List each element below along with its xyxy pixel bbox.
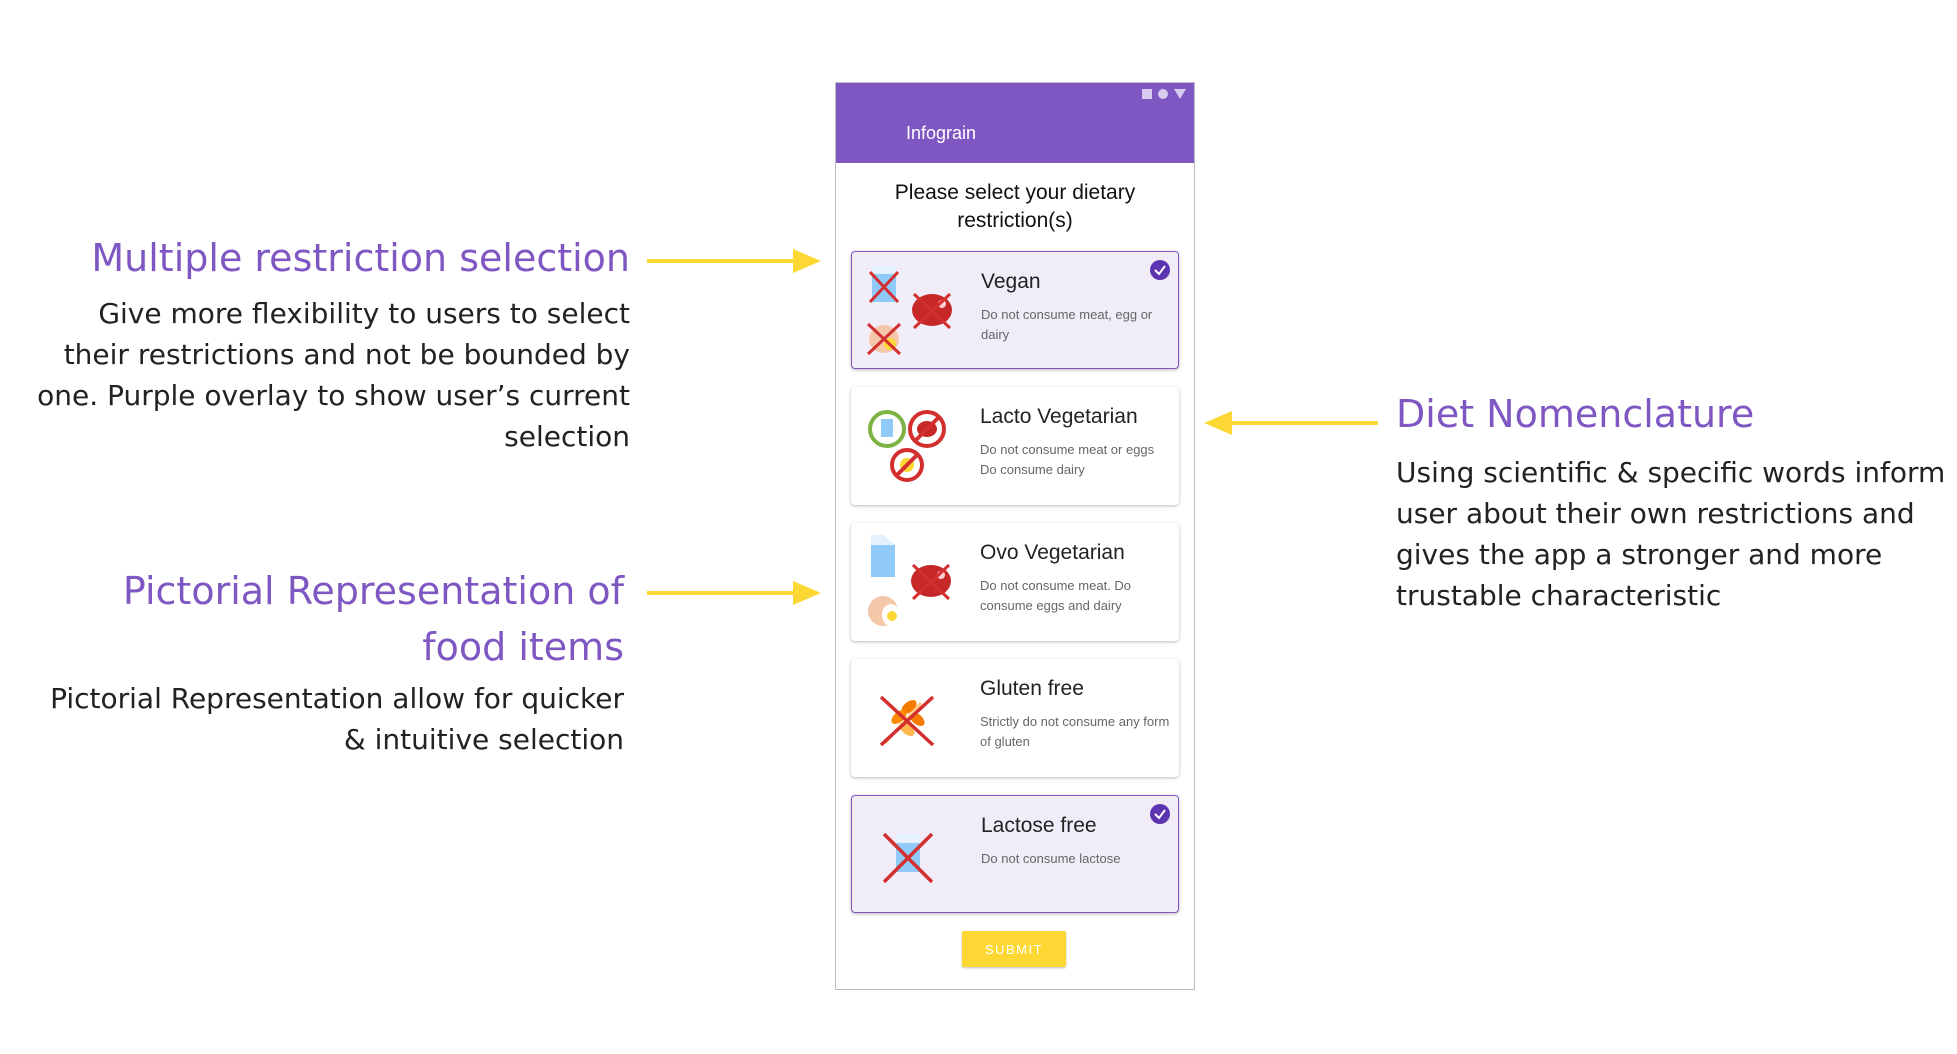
annotation-multiple-title: Multiple restriction selection: [91, 236, 630, 280]
meat-forbidden-icon: [908, 410, 946, 448]
option-description: Strictly do not consume any form of glut…: [980, 714, 1170, 749]
egg-forbidden-icon: [890, 448, 924, 482]
submit-button[interactable]: SUBMIT: [962, 931, 1066, 967]
food-icons: [868, 410, 946, 482]
square-icon: [1142, 89, 1152, 99]
option-title: Vegan: [981, 270, 1041, 293]
circle-icon: [1158, 89, 1168, 99]
annotation-line: Pictorial Representation allow for quick…: [50, 682, 624, 715]
annotation-line: their restrictions and not be bounded by: [63, 338, 630, 371]
check-circle-icon: [1150, 804, 1170, 824]
check-circle-icon: [1150, 260, 1170, 280]
option-card-ovo-vegetarian[interactable]: Ovo Vegetarian Do not consume meat. Do c…: [851, 523, 1179, 641]
option-title: Gluten free: [980, 677, 1084, 700]
food-icons: [866, 266, 952, 356]
app-title: Infograin: [906, 123, 977, 143]
arrow-left-icon: [1204, 411, 1378, 435]
milk-allowed-icon: [868, 410, 906, 448]
annotation-title-line: Pictorial Representation of: [122, 569, 624, 613]
milk-crossed-icon: [868, 266, 900, 304]
food-icons: [868, 535, 951, 626]
option-card-lactose-free[interactable]: Lactose free Do not consume lactose: [851, 795, 1179, 913]
prompt-line: Please select your dietary: [894, 181, 1136, 204]
phone-screen: Infograin Please select your dietary res…: [835, 82, 1195, 990]
option-description: Do not consume meat, egg or dairy: [981, 307, 1153, 342]
status-bar: [1142, 89, 1186, 99]
annotation-line: one. Purple overlay to show user’s curre…: [37, 379, 630, 412]
option-card-gluten-free[interactable]: Gluten free Strictly do not consume any …: [851, 659, 1179, 777]
annotation-line: selection: [504, 420, 630, 453]
option-card-vegan[interactable]: Vegan Do not consume meat, egg or dairy: [851, 251, 1179, 369]
option-description: Do not consume meat or eggs Do consume d…: [980, 442, 1155, 477]
annotation-line: trustable characteristic: [1396, 579, 1722, 612]
annotation-line: Using scientific & specific words inform: [1396, 456, 1946, 489]
annotation-line: gives the app a stronger and more: [1396, 538, 1883, 571]
annotation-line: Give more flexibility to users to select: [98, 297, 630, 330]
option-description: Do not consume meat. Do consume eggs and…: [980, 578, 1132, 613]
page-title: Please select your dietary restriction(s…: [836, 179, 1194, 235]
annotation-line: & intuitive selection: [343, 723, 624, 756]
arrow-right-icon: [647, 249, 821, 273]
option-title: Lacto Vegetarian: [980, 405, 1138, 428]
food-icons: [879, 695, 935, 747]
meat-crossed-icon: [912, 292, 952, 330]
arrow-right-icon: [647, 581, 821, 605]
option-description: Do not consume lactose: [981, 851, 1121, 866]
annotation-line: user about their own restrictions and: [1396, 497, 1915, 530]
annotation-pictorial-title: Pictorial Representation of food items: [123, 563, 624, 675]
option-card-lacto-vegetarian[interactable]: Lacto Vegetarian Do not consume meat or …: [851, 387, 1179, 505]
annotation-nomenclature-body: Using scientific & specific words inform…: [1396, 452, 1945, 616]
prompt-line: restriction(s): [957, 209, 1073, 232]
annotation-pictorial-body: Pictorial Representation allow for quick…: [50, 678, 624, 760]
wheat-crossed-icon: [879, 695, 935, 747]
annotation-title-line: food items: [422, 625, 624, 669]
annotation-multiple-body: Give more flexibility to users to select…: [37, 293, 630, 457]
food-icons: [882, 832, 934, 884]
app-bar: Infograin: [836, 83, 1194, 163]
egg-crossed-icon: [866, 322, 902, 356]
milk-icon: [871, 535, 895, 577]
triangle-icon: [1174, 89, 1186, 99]
option-title: Ovo Vegetarian: [980, 541, 1125, 564]
annotation-nomenclature-title: Diet Nomenclature: [1396, 392, 1755, 436]
egg-icon: [868, 596, 900, 626]
option-title: Lactose free: [981, 814, 1097, 837]
milk-crossed-icon: [882, 832, 934, 884]
meat-crossed-icon: [911, 563, 951, 601]
